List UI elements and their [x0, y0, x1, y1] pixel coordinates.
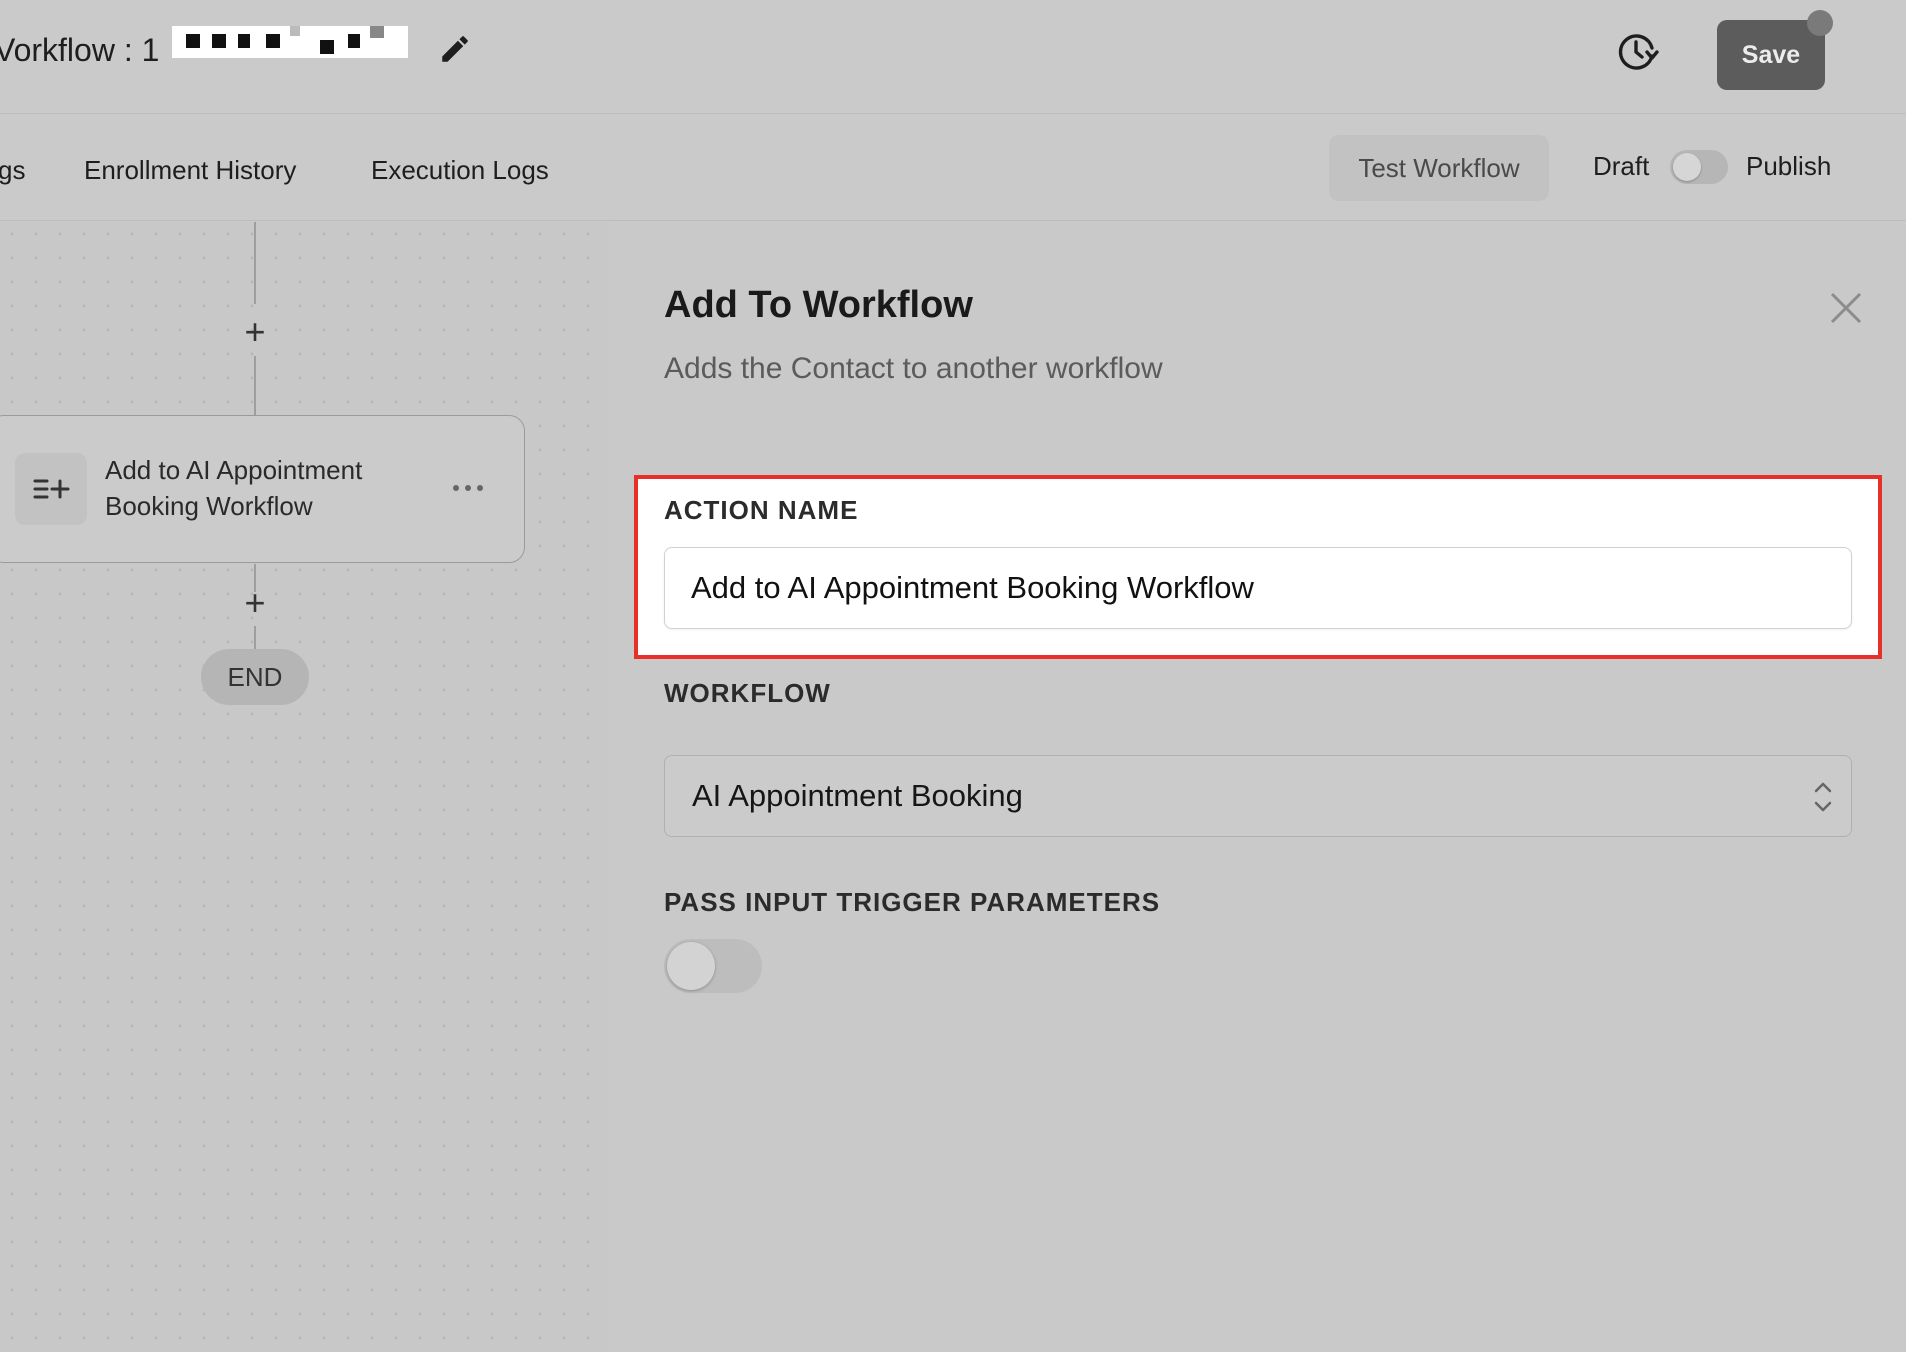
end-node: END [201, 649, 309, 705]
add-step-button[interactable]: + [237, 585, 273, 622]
connector-line [254, 626, 256, 650]
workflow-title: Vorkflow : 1 [0, 32, 160, 68]
test-workflow-button[interactable]: Test Workflow [1329, 135, 1549, 201]
publish-label: Publish [1746, 151, 1832, 181]
unsaved-indicator-dot [1807, 10, 1833, 36]
pass-params-toggle[interactable] [664, 939, 762, 993]
history-icon[interactable] [1612, 28, 1660, 76]
redacted-workflow-id [172, 26, 408, 58]
workflow-select[interactable]: AI Appointment Booking [664, 755, 1852, 837]
connector-line [254, 356, 256, 416]
action-name-input[interactable] [664, 547, 1852, 629]
workflow-editor: Vorkflow : 1 Save gs Enrollment History … [0, 0, 1906, 1352]
tab-settings[interactable]: gs [0, 155, 25, 185]
tab-execution-logs[interactable]: Execution Logs [371, 155, 549, 185]
add-step-button[interactable]: + [237, 314, 273, 351]
close-icon[interactable] [1826, 288, 1866, 328]
toggle-knob [1673, 153, 1701, 181]
tabs-bar: gs Enrollment History Execution Logs Tes… [0, 115, 1906, 221]
connector-line [254, 222, 256, 304]
publish-toggle[interactable] [1670, 150, 1728, 184]
toggle-knob [667, 942, 715, 990]
draft-label: Draft [1593, 151, 1650, 181]
action-name-label: ACTION NAME [664, 495, 859, 525]
pass-params-label: PASS INPUT TRIGGER PARAMETERS [664, 887, 1161, 917]
tab-enrollment-history[interactable]: Enrollment History [84, 155, 296, 185]
list-add-icon [15, 453, 87, 525]
top-header: Vorkflow : 1 Save [0, 0, 1906, 114]
panel-title: Add To Workflow [664, 284, 973, 326]
panel-description: Adds the Contact to another workflow [664, 352, 1163, 385]
node-label: Add to AI Appointment Booking Workflow [105, 455, 363, 521]
more-options-icon[interactable] [451, 478, 485, 498]
workflow-label: WORKFLOW [664, 678, 831, 708]
action-settings-panel: Add To Workflow Adds the Contact to anot… [610, 222, 1906, 1352]
workflow-action-node[interactable]: Add to AI Appointment Booking Workflow [0, 415, 525, 563]
chevron-up-down-icon [1814, 782, 1832, 812]
workflow-canvas[interactable]: + Add to AI Appointment Booking Workflow [0, 222, 609, 1352]
workflow-select-value: AI Appointment Booking [692, 778, 1023, 813]
pencil-icon[interactable] [438, 32, 472, 66]
